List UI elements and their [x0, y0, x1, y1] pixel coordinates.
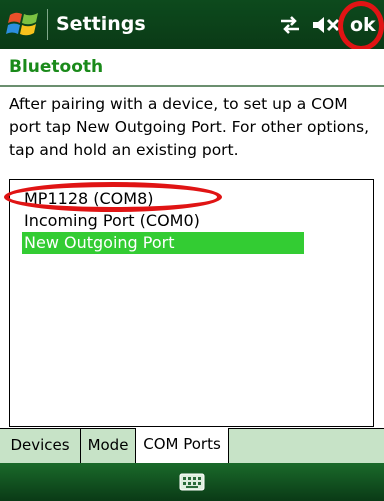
windows-flag-icon[interactable] — [6, 9, 42, 39]
section-title: Bluetooth — [9, 57, 104, 77]
com-ports-list[interactable]: MP1128 (COM8) Incoming Port (COM0) New O… — [9, 179, 374, 427]
tab-mode[interactable]: Mode — [81, 429, 136, 463]
list-item-new-outgoing-port[interactable]: New Outgoing Port — [22, 232, 304, 254]
tab-bar: Devices Mode COM Ports — [0, 428, 384, 463]
section-header: Bluetooth — [0, 49, 384, 87]
list-item-mp1128[interactable]: MP1128 (COM8) — [22, 188, 154, 210]
tab-devices[interactable]: Devices — [0, 429, 81, 463]
list-item-incoming-port[interactable]: Incoming Port (COM0) — [22, 210, 200, 232]
ok-button[interactable]: ok — [350, 12, 376, 38]
window-title: Settings — [56, 13, 146, 35]
tab-com-ports[interactable]: COM Ports — [136, 428, 229, 463]
connectivity-arrows-icon[interactable] — [278, 15, 302, 35]
instructions-text: After pairing with a device, to set up a… — [9, 95, 370, 159]
keyboard-icon[interactable] — [179, 473, 205, 491]
title-separator — [47, 9, 48, 40]
volume-muted-icon[interactable] — [311, 13, 341, 37]
title-bar: Settings ok — [0, 0, 384, 49]
bottom-bar — [0, 463, 384, 501]
